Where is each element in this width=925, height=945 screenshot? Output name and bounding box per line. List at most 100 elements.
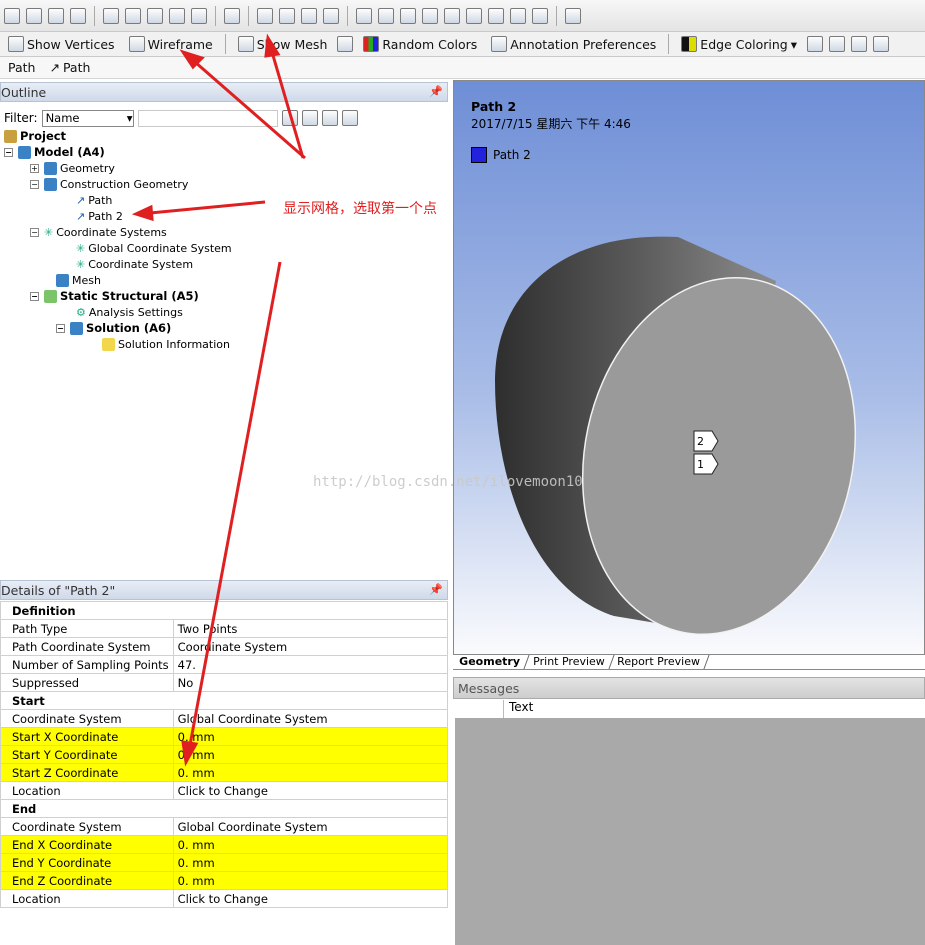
- edge-style-3-icon[interactable]: [850, 36, 867, 52]
- annotation-preferences-button[interactable]: Annotation Preferences: [487, 33, 660, 55]
- details-row[interactable]: Start Z Coordinate 0. mm: [0, 763, 449, 782]
- tree-item-coordinate-systems[interactable]: − ✳ Coordinate Systems: [30, 224, 167, 240]
- tree-item-coordinate-system[interactable]: ✳ Coordinate System: [76, 256, 193, 272]
- display-icon[interactable]: [488, 7, 504, 24]
- zoom-box-icon[interactable]: [323, 7, 339, 24]
- details-row[interactable]: Location Click to Change: [0, 889, 449, 908]
- tab-report-preview[interactable]: Report Preview: [608, 655, 710, 669]
- select-body-icon[interactable]: [191, 7, 207, 24]
- hide-icon[interactable]: [466, 7, 482, 24]
- row-value[interactable]: Global Coordinate System: [172, 709, 449, 728]
- collapse-toggle[interactable]: −: [30, 179, 39, 189]
- coordinate-triad-icon[interactable]: [337, 36, 354, 52]
- details-row[interactable]: Start X Coordinate 0. mm: [0, 727, 449, 746]
- tree-item-project[interactable]: Project: [4, 128, 66, 144]
- show-mesh-button[interactable]: Show Mesh: [234, 33, 332, 55]
- filter-select[interactable]: Name ▾: [41, 109, 134, 127]
- new-path-button[interactable]: ↗ Path: [45, 57, 94, 78]
- pan-icon[interactable]: [279, 7, 295, 24]
- details-row[interactable]: Path Type Two Points: [0, 619, 449, 638]
- tree-item-construction-geometry[interactable]: − Construction Geometry: [30, 176, 188, 192]
- tree-item-global-coordinate-system[interactable]: ✳ Global Coordinate System: [76, 240, 232, 256]
- tab-geometry[interactable]: Geometry: [450, 655, 530, 669]
- tree-item-mesh[interactable]: Mesh: [56, 272, 101, 288]
- zoom-in-icon[interactable]: [356, 7, 372, 24]
- row-value[interactable]: 0. mm: [172, 835, 449, 854]
- details-row[interactable]: End X Coordinate 0. mm: [0, 835, 449, 854]
- expand-all-icon[interactable]: [341, 110, 358, 126]
- tab-print-preview[interactable]: Print Preview: [524, 655, 615, 669]
- edge-style-2-icon[interactable]: [828, 36, 845, 52]
- edge-coloring-dropdown[interactable]: Edge Coloring ▾: [677, 33, 801, 55]
- details-row[interactable]: Start Y Coordinate 0. mm: [0, 745, 449, 764]
- tag-icon[interactable]: [532, 7, 548, 24]
- row-value[interactable]: 47.: [172, 655, 449, 674]
- cube-icon[interactable]: [224, 7, 240, 24]
- details-row[interactable]: Suppressed No: [0, 673, 449, 692]
- filter-input[interactable]: [137, 109, 278, 127]
- collapse-toggle[interactable]: −: [30, 291, 39, 301]
- details-row[interactable]: Path Coordinate System Coordinate System: [0, 637, 449, 656]
- zoom-fit-icon[interactable]: [378, 7, 394, 24]
- layers-icon[interactable]: [510, 7, 526, 24]
- details-section-definition[interactable]: Definition: [0, 601, 448, 620]
- tree-item-solution[interactable]: − Solution (A6): [56, 320, 171, 336]
- xyz-icon[interactable]: [48, 7, 64, 24]
- messages-col-text[interactable]: Text: [504, 700, 533, 718]
- details-section-end[interactable]: End: [0, 799, 448, 818]
- tree-item-geometry[interactable]: + Geometry: [30, 160, 115, 176]
- box-select-icon[interactable]: [70, 7, 86, 24]
- details-row[interactable]: Location Click to Change: [0, 781, 449, 800]
- cylinder-model[interactable]: 2 1: [454, 81, 925, 655]
- tree-item-path[interactable]: ↗ Path: [76, 192, 112, 208]
- wireframe-button[interactable]: Wireframe: [125, 33, 217, 55]
- tree-options-icon[interactable]: [321, 110, 338, 126]
- tree-item-static-structural[interactable]: − Static Structural (A5): [30, 288, 199, 304]
- select-mode-icon[interactable]: [4, 7, 20, 24]
- tree-item-model[interactable]: − Model (A4): [4, 144, 105, 160]
- zoom-extents-icon[interactable]: [400, 7, 416, 24]
- tree-item-solution-information[interactable]: Solution Information: [102, 336, 230, 352]
- row-value[interactable]: No: [172, 673, 449, 692]
- zoom-icon[interactable]: [301, 7, 317, 24]
- rotate-icon[interactable]: [257, 7, 273, 24]
- row-value[interactable]: Global Coordinate System: [172, 817, 449, 836]
- select-face-icon[interactable]: [169, 7, 185, 24]
- collapse-toggle[interactable]: −: [30, 227, 39, 237]
- refresh-icon[interactable]: [281, 110, 298, 126]
- row-value[interactable]: 0. mm: [172, 853, 449, 872]
- row-value[interactable]: Click to Change: [172, 889, 449, 908]
- collapse-icon[interactable]: [301, 110, 318, 126]
- details-row[interactable]: Coordinate System Global Coordinate Syste…: [0, 709, 449, 728]
- row-value[interactable]: 0. mm: [172, 745, 449, 764]
- select-vertex-icon[interactable]: [125, 7, 141, 24]
- pin-icon[interactable]: 📌: [429, 85, 447, 101]
- messages-list[interactable]: [455, 718, 925, 945]
- magnify-icon[interactable]: [422, 7, 438, 24]
- details-row[interactable]: Coordinate System Global Coordinate Syste…: [0, 817, 449, 836]
- snap-icon[interactable]: [26, 7, 42, 24]
- path-button[interactable]: Path: [4, 57, 39, 78]
- edge-style-4-icon[interactable]: [872, 36, 889, 52]
- row-value[interactable]: 0. mm: [172, 871, 449, 890]
- select-edge-icon[interactable]: [147, 7, 163, 24]
- row-value[interactable]: Coordinate System: [172, 637, 449, 656]
- tree-item-path-2[interactable]: ↗ Path 2: [76, 208, 123, 224]
- pointer-icon[interactable]: [103, 7, 119, 24]
- row-value[interactable]: Two Points: [172, 619, 449, 638]
- collapse-toggle[interactable]: −: [4, 147, 13, 157]
- pin-icon[interactable]: 📌: [429, 583, 447, 599]
- row-value[interactable]: 0. mm: [172, 763, 449, 782]
- tree-item-analysis-settings[interactable]: ⚙ Analysis Settings: [76, 304, 183, 320]
- details-row[interactable]: Number of Sampling Points 47.: [0, 655, 449, 674]
- expand-toggle[interactable]: +: [30, 163, 39, 173]
- iso-icon[interactable]: [444, 7, 460, 24]
- edge-style-1-icon[interactable]: [806, 36, 823, 52]
- collapse-toggle[interactable]: −: [56, 323, 65, 333]
- window-layout-icon[interactable]: [565, 7, 581, 24]
- random-colors-button[interactable]: Random Colors: [359, 33, 481, 55]
- details-section-start[interactable]: Start: [0, 691, 448, 710]
- show-vertices-button[interactable]: Show Vertices: [4, 33, 119, 55]
- details-row[interactable]: End Z Coordinate 0. mm: [0, 871, 449, 890]
- details-row[interactable]: End Y Coordinate 0. mm: [0, 853, 449, 872]
